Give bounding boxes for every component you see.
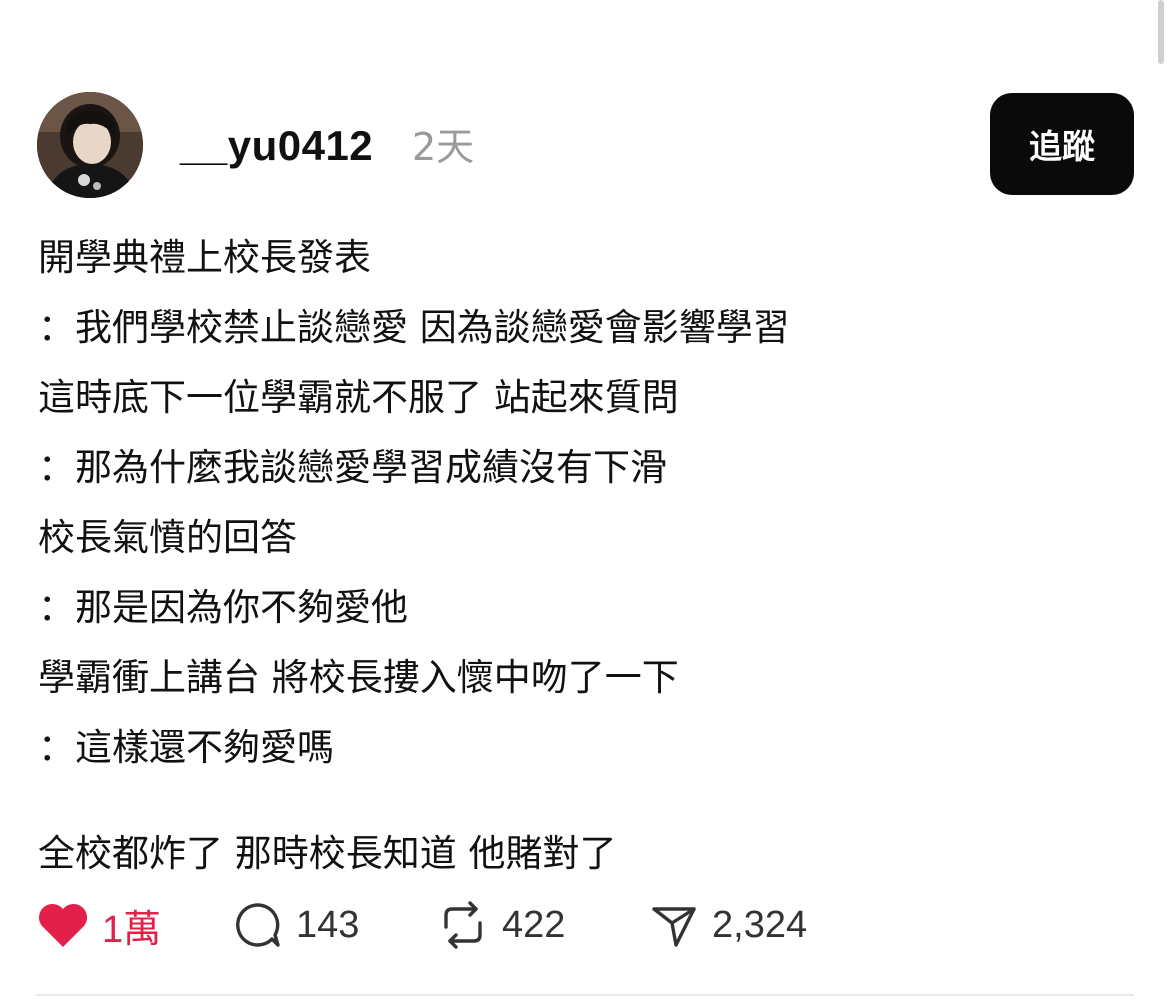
post-line: 學霸衝上講台 將校長摟入懷中吻了一下 <box>38 656 679 699</box>
post-line: ：那是因為你不夠愛他 <box>38 586 408 629</box>
post-line: 全校都炸了 那時校長知道 他賭對了 <box>38 832 617 875</box>
share-button[interactable]: 2,324 <box>648 895 807 955</box>
action-bar: 1萬 143 422 2,324 <box>36 895 1136 955</box>
post-line: ：那為什麼我談戀愛學習成績沒有下滑 <box>38 446 667 489</box>
comment-count: 143 <box>296 903 360 946</box>
username[interactable]: __yu0412 <box>180 120 373 172</box>
repost-button[interactable]: 422 <box>436 895 565 955</box>
post-line: 校長氣憤的回答 <box>38 516 297 559</box>
repost-icon <box>444 901 482 949</box>
post-line: ：這樣還不夠愛嗎 <box>38 726 334 769</box>
post-time: 2天 <box>412 125 475 169</box>
post-line: 這時底下一位學霸就不服了 站起來質問 <box>38 376 679 419</box>
avatar[interactable] <box>37 92 143 198</box>
avatar-photo <box>37 92 143 198</box>
repost-count: 422 <box>502 903 566 946</box>
share-count: 2,324 <box>712 903 808 946</box>
send-icon <box>652 907 696 947</box>
divider <box>36 994 1134 996</box>
post-text: 開學典禮上校長發表 ：我們學校禁止談戀愛 因為談戀愛會影響學習 這時底下一位學霸… <box>38 230 1138 896</box>
post-line: ：我們學校禁止談戀愛 因為談戀愛會影響學習 <box>38 306 790 349</box>
comment-bubble-icon <box>236 903 280 947</box>
heart-icon <box>38 903 88 947</box>
post-header: __yu0412 2天 追蹤 <box>0 0 1170 210</box>
like-button[interactable]: 1萬 <box>36 895 161 955</box>
follow-button[interactable]: 追蹤 <box>990 93 1134 195</box>
post-line: 開學典禮上校長發表 <box>38 236 371 279</box>
like-count: 1萬 <box>102 908 162 951</box>
comment-button[interactable]: 143 <box>232 895 359 955</box>
